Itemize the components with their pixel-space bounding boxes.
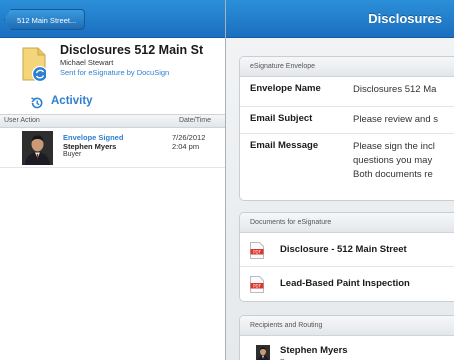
activity-time: 2:04 pm bbox=[172, 142, 200, 151]
activity-action: Envelope Signed bbox=[63, 133, 124, 142]
document-item[interactable]: PDF Disclosure - 512 Main Street bbox=[240, 233, 454, 267]
back-button[interactable]: 512 Main Street... bbox=[4, 9, 86, 30]
message-line: questions you may bbox=[353, 155, 433, 166]
envelope-name-row[interactable]: Envelope Name Disclosures 512 Ma bbox=[240, 77, 454, 107]
envelope-sender: Michael Stewart bbox=[60, 58, 114, 67]
document-name: Lead-Based Paint Inspection bbox=[280, 278, 410, 289]
history-icon bbox=[30, 96, 44, 110]
document-name: Disclosure - 512 Main Street bbox=[280, 244, 407, 255]
activity-user-name: Stephen Myers bbox=[63, 142, 117, 151]
avatar bbox=[22, 131, 53, 165]
page-title: Disclosures bbox=[368, 11, 442, 26]
envelope-details-card: eSignature Envelope Envelope Name Disclo… bbox=[239, 56, 454, 201]
detail-pane: eSignature Envelope Envelope Name Disclo… bbox=[226, 38, 454, 360]
column-user-action: User Action bbox=[4, 117, 40, 124]
activity-column-header: User Action Date/Time bbox=[0, 114, 225, 128]
field-value: Disclosures 512 Ma bbox=[353, 84, 437, 95]
message-line: Both documents re bbox=[353, 169, 433, 180]
column-date-time: Date/Time bbox=[178, 117, 211, 124]
field-value: Please sign the incl questions you may B… bbox=[353, 140, 435, 182]
envelope-title: Disclosures 512 Main St bbox=[60, 43, 204, 57]
field-label: Envelope Name bbox=[250, 83, 321, 94]
email-subject-row[interactable]: Email Subject Please review and s bbox=[240, 107, 454, 134]
message-line: Please sign the incl bbox=[353, 141, 435, 152]
detail-navbar: Disclosures bbox=[226, 0, 454, 38]
activity-row[interactable]: Envelope Signed Stephen Myers Buyer 7/26… bbox=[0, 128, 225, 168]
recipient-name: Stephen Myers bbox=[280, 345, 348, 356]
field-label: Email Subject bbox=[250, 113, 313, 124]
field-value: Please review and s bbox=[353, 114, 439, 125]
app-window: 512 Main Street... Disclosures Disclosur… bbox=[0, 0, 454, 360]
document-item[interactable]: PDF Lead-Based Paint Inspection bbox=[240, 267, 454, 301]
section-header: Documents for eSignature bbox=[240, 213, 454, 233]
pdf-icon: PDF bbox=[250, 276, 264, 293]
svg-text:PDF: PDF bbox=[253, 249, 261, 254]
svg-text:PDF: PDF bbox=[253, 283, 261, 288]
master-navbar: 512 Main Street... bbox=[0, 0, 225, 38]
split-divider bbox=[225, 0, 226, 360]
recipients-card: Recipients and Routing Stephen Myers Buy… bbox=[239, 315, 454, 360]
pdf-icon: PDF bbox=[250, 242, 264, 259]
recipient-item[interactable]: Stephen Myers Buyer bbox=[240, 336, 454, 360]
avatar bbox=[256, 345, 270, 360]
section-header: eSignature Envelope bbox=[240, 57, 454, 77]
activity-header: Activity bbox=[0, 93, 225, 113]
envelope-sync-icon bbox=[22, 46, 49, 83]
field-label: Email Message bbox=[250, 140, 319, 151]
documents-card: Documents for eSignature PDF Disclosure … bbox=[239, 212, 454, 302]
activity-user-role: Buyer bbox=[63, 151, 82, 158]
section-header: Recipients and Routing bbox=[240, 316, 454, 336]
envelope-status: Sent for eSignature by DocuSign bbox=[60, 68, 170, 77]
master-pane: Disclosures 512 Main St Michael Stewart … bbox=[0, 38, 225, 360]
email-message-row[interactable]: Email Message Please sign the incl quest… bbox=[240, 134, 454, 200]
activity-heading: Activity bbox=[51, 95, 93, 107]
activity-date: 7/26/2012 bbox=[172, 133, 206, 142]
